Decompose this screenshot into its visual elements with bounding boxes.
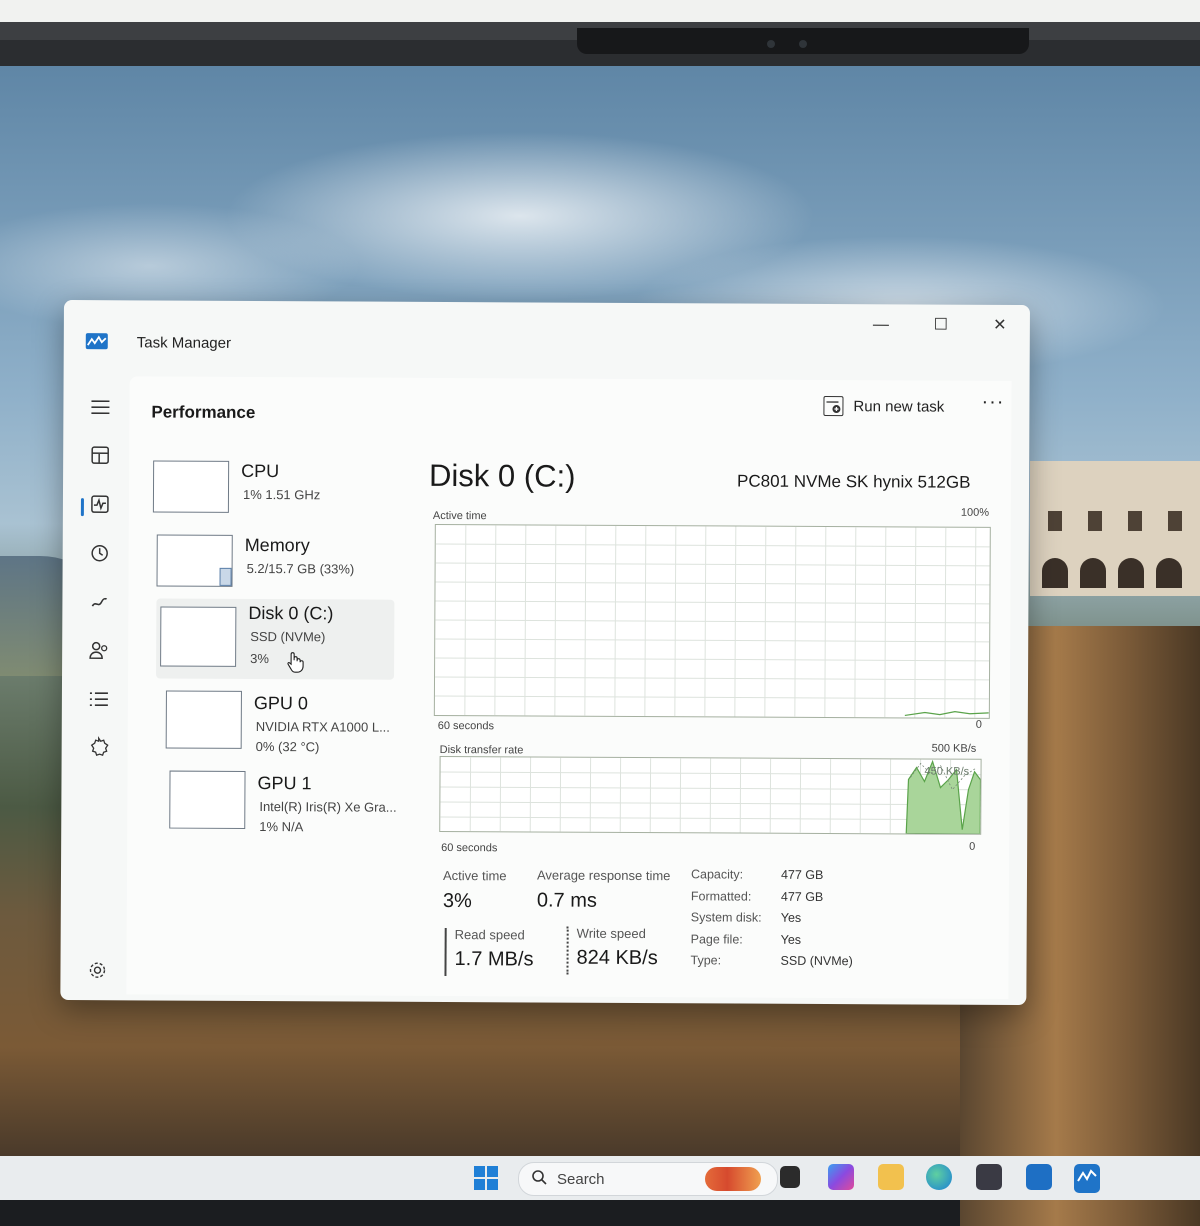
search-icon [531,1169,547,1190]
search-highlight-art [705,1167,761,1191]
transfer-rate-graph-span: 60 seconds [441,841,498,855]
write-speed-divider [566,926,569,975]
processes-icon[interactable] [87,445,113,471]
device-name: CPU [241,460,280,482]
title-bar[interactable]: Task Manager — ☐ ✕ [64,300,1030,377]
device-cpu[interactable]: CPU 1% 1.51 GHz [149,456,399,521]
system-disk-label: System disk: [690,910,762,925]
device-usage: 3% [250,650,269,667]
maximize-button[interactable]: ☐ [926,315,956,337]
search-label: Search [557,1171,605,1188]
copilot-icon[interactable] [828,1164,854,1190]
formatted-label: Formatted: [690,889,752,904]
gpu1-thumbnail-graph [169,770,246,829]
transfer-rate-graph-min: 0 [969,840,976,853]
read-speed-value: 1.7 MB/s [454,948,534,971]
active-time-graph-label: Active time [432,509,487,523]
device-type: SSD (NVMe) [250,628,326,645]
taskbar-search[interactable]: Search [518,1162,778,1196]
users-icon[interactable] [86,640,112,666]
active-time-graph [433,523,991,719]
memory-thumbnail-graph [156,534,233,587]
task-manager-window[interactable]: Task Manager — ☐ ✕ Performance Run new t… [60,300,1030,1006]
device-disk-0[interactable]: Disk 0 (C:) SSD (NVMe) 3% [156,598,395,680]
device-usage: 1% N/A [259,819,304,835]
close-button[interactable]: ✕ [985,315,1015,337]
cpu-thumbnail-graph [152,460,230,513]
performance-icon[interactable] [87,494,113,520]
active-time-label: Active time [442,867,507,884]
read-speed-divider [444,928,447,977]
active-time-graph-max: 100% [960,506,990,519]
page-file-label: Page file: [690,932,743,947]
hand-pointer-cursor-icon [286,651,304,679]
capacity-label: Capacity: [690,867,744,882]
type-value: SSD (NVMe) [780,953,853,969]
transfer-rate-inner-label: 450 KB/s [924,765,970,778]
minimize-button[interactable]: — [866,314,896,336]
monitor-bezel [0,0,1200,72]
wallpaper-building [1030,461,1200,596]
windows-start-icon[interactable] [474,1166,498,1190]
nav-active-indicator [80,498,84,517]
file-explorer-icon[interactable] [878,1164,904,1190]
outlook-icon[interactable] [1026,1164,1052,1190]
active-time-graph-min: 0 [975,718,982,731]
taskbar: Search [0,1156,1200,1200]
disk-title: Disk 0 (C:) [428,457,576,494]
device-name: Disk 0 (C:) [248,602,334,624]
settings-icon[interactable] [84,960,110,986]
device-usage: 1% 1.51 GHz [242,486,321,503]
hamburger-icon[interactable] [87,396,113,422]
device-model: NVIDIA RTX A1000 L... [255,719,390,735]
page-file-value: Yes [780,932,802,947]
device-usage: 5.2/15.7 GB (33%) [246,560,355,577]
performance-content: Performance Run new task ··· CPU 1% 1.51… [126,376,1012,999]
device-name: GPU 1 [257,773,312,794]
disk-thumbnail-graph [160,606,237,667]
transfer-rate-graph-max: 500 KB/s [931,742,977,755]
disk-transfer-rate-graph: 450 KB/s [439,755,982,835]
details-icon[interactable] [86,688,112,714]
read-speed-label: Read speed [454,927,525,943]
write-speed-label: Write speed [576,925,646,942]
active-time-graph-span: 60 seconds [437,719,495,733]
app-history-icon[interactable] [87,543,113,569]
run-task-icon [823,395,844,417]
task-manager-app-icon [85,333,108,350]
active-time-value: 3% [442,889,472,913]
system-disk-value: Yes [780,910,802,925]
run-new-task-label: Run new task [853,397,945,416]
write-speed-value: 824 KB/s [576,946,658,970]
device-memory[interactable]: Memory 5.2/15.7 GB (33%) [152,530,402,595]
sensor-icon [767,40,775,48]
services-icon[interactable] [86,736,112,762]
camera-icon [799,40,807,48]
store-icon[interactable] [976,1164,1002,1190]
average-response-time-value: 0.7 ms [536,889,597,912]
device-gpu-0[interactable]: GPU 0 NVIDIA RTX A1000 L... 0% (32 °C) [162,689,412,754]
window-title: Task Manager [136,334,232,352]
disk-model: PC801 NVMe SK hynix 512GB [737,471,971,492]
device-gpu-1[interactable]: GPU 1 Intel(R) Iris(R) Xe Gra... 1% N/A [165,769,415,834]
task-manager-taskbar-icon[interactable] [1074,1164,1100,1193]
average-response-time-label: Average response time [536,867,671,884]
device-name: GPU 0 [253,692,308,714]
device-name: Memory [244,534,310,556]
gpu0-thumbnail-graph [165,690,242,749]
widget-app-icon[interactable] [780,1166,800,1188]
run-new-task-button[interactable]: Run new task [823,395,945,417]
camera-notch [577,28,1029,54]
transfer-rate-graph-label: Disk transfer rate [439,743,524,757]
edge-browser-icon[interactable] [926,1164,952,1190]
formatted-value: 477 GB [780,889,824,904]
capacity-value: 477 GB [780,867,824,882]
type-label: Type: [690,953,722,968]
more-options-button[interactable]: ··· [981,391,1004,414]
startup-apps-icon[interactable] [86,592,112,618]
page-title: Performance [151,402,256,423]
device-usage: 0% (32 °C) [255,739,320,755]
device-model: Intel(R) Iris(R) Xe Gra... [259,799,397,815]
